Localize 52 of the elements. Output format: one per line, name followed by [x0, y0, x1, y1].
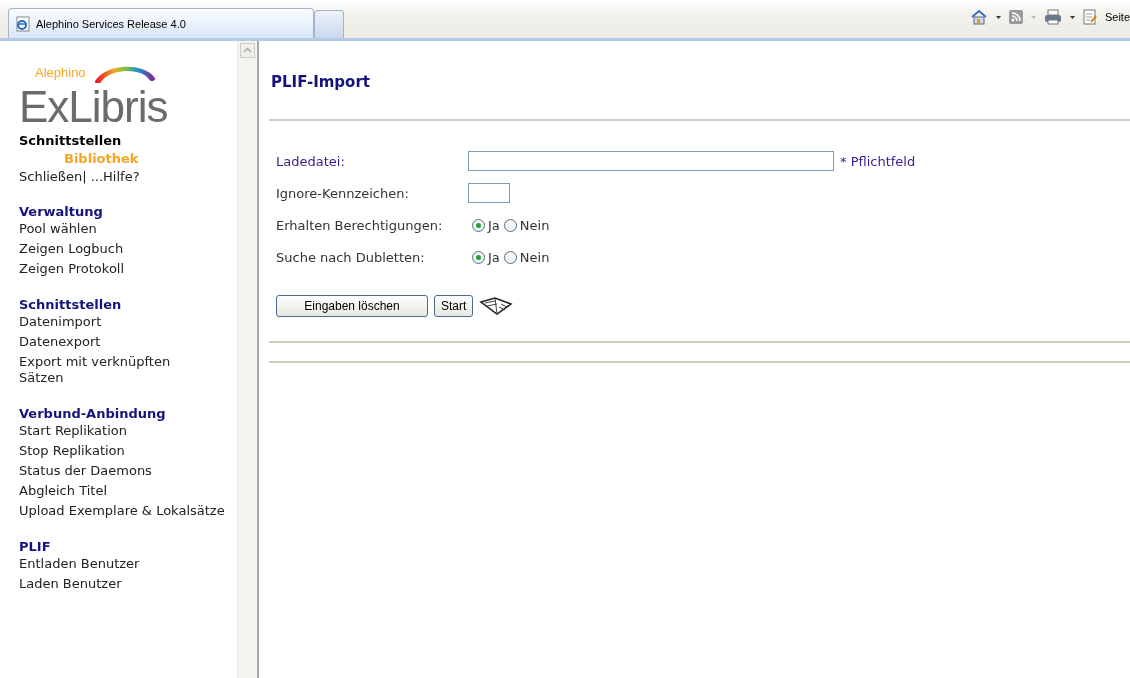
menu-link[interactable]: Entladen Benutzer	[19, 556, 237, 572]
menu-link[interactable]: Export mit verknüpften Sätzen	[19, 354, 237, 386]
text-field[interactable]	[468, 183, 510, 203]
field-label: Suche nach Dubletten:	[276, 249, 426, 265]
dropdown-arrow-icon[interactable]	[995, 15, 1001, 19]
form-button[interactable]: Eingaben löschen	[276, 295, 428, 317]
feed-icon[interactable]	[1008, 10, 1023, 24]
browser-tab[interactable]: Alephino Services Release 4.0	[8, 8, 314, 38]
page-title: PLIF-Import	[271, 73, 371, 91]
form-button[interactable]: Start	[434, 295, 474, 317]
radio-label: Ja	[488, 249, 500, 265]
library-name: Bibliothek	[63, 151, 140, 166]
menu-link[interactable]: Datenexport	[19, 334, 237, 350]
close-link[interactable]: Schließen|	[19, 169, 87, 184]
context-title: Schnittstellen	[19, 133, 123, 148]
book-icon[interactable]	[479, 296, 514, 316]
menu-link[interactable]: Start Replikation	[19, 423, 237, 439]
radio-label: Ja	[488, 217, 500, 233]
field-label: Erhalten Berechtigungen:	[276, 217, 444, 233]
menu-link[interactable]: Zeigen Protokoll	[19, 261, 237, 277]
radio-button[interactable]	[503, 218, 517, 232]
menu-section-title: Schnittstellen	[19, 297, 123, 312]
page-icon	[15, 15, 31, 32]
field-label: Ladedatei:	[276, 153, 346, 169]
printer-icon[interactable]	[1043, 9, 1062, 25]
required-note: * Pflichtfeld	[840, 153, 916, 169]
menu-link[interactable]: Datenimport	[19, 314, 237, 330]
radio-label: Nein	[519, 249, 550, 265]
home-icon[interactable]	[969, 9, 988, 25]
menu-link[interactable]: Zeigen Logbuch	[19, 241, 237, 257]
scrollbar[interactable]	[237, 41, 259, 678]
page-menu-label[interactable]: Seite	[1104, 11, 1130, 23]
menu-link[interactable]: Stop Replikation	[19, 443, 237, 459]
radio-button[interactable]	[503, 250, 517, 264]
logo-subtitle: Alephino	[35, 65, 86, 80]
menu-link[interactable]: Pool wählen	[19, 221, 237, 237]
radio-button[interactable]	[472, 250, 485, 264]
menu-link[interactable]: Laden Benutzer	[19, 576, 237, 592]
menu-section-title: Verbund-Anbindung	[19, 406, 167, 421]
menu-section-title: PLIF	[19, 539, 52, 554]
menu-section-title: Verwaltung	[19, 204, 104, 219]
radio-label: Nein	[519, 217, 550, 233]
dropdown-arrow-icon[interactable]	[1069, 15, 1075, 19]
help-link[interactable]: ...Hilfe?	[90, 169, 140, 184]
page-icon[interactable]	[1082, 9, 1097, 25]
menu-link[interactable]: Abgleich Titel	[19, 483, 237, 499]
radio-button[interactable]	[472, 218, 485, 232]
logo-wordmark: ExLibris	[19, 85, 168, 129]
text-field[interactable]	[468, 151, 834, 171]
field-label: Ignore-Kennzeichen:	[276, 185, 410, 201]
menu-link[interactable]: Status der Daemons	[19, 463, 237, 479]
menu-link[interactable]: Upload Exemplare & Lokalsätze	[19, 503, 237, 519]
